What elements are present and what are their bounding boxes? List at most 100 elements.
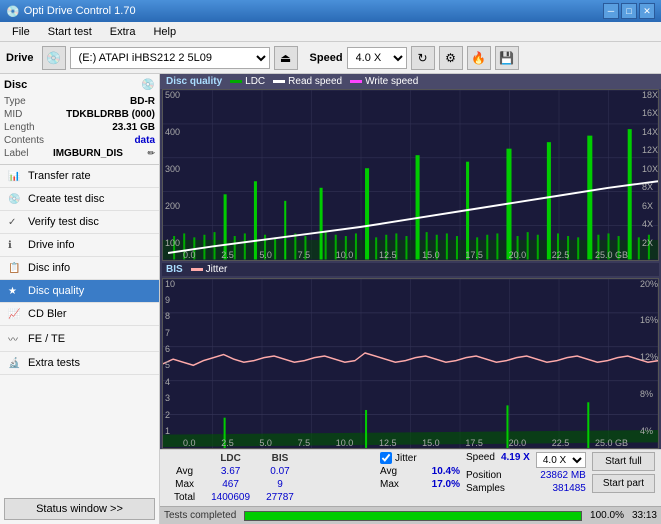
progress-track (244, 511, 582, 521)
jitter-section: Jitter Avg 10.4% Max 17.0% (380, 452, 460, 490)
ldc-chart: 18X 16X 14X 12X 10X 500 400 300 200 100 … (162, 89, 659, 261)
status-window-button[interactable]: Status window >> (4, 498, 155, 520)
speed-stat-select[interactable]: 4.0 X (536, 452, 586, 468)
disc-mid-row: MID TDKBLDRBB (000) (4, 108, 155, 121)
nav-drive-info-label: Drive info (28, 239, 74, 251)
disc-label-row: Label IMGBURN_DIS ✏ (4, 147, 155, 160)
stats-bar: LDC BIS Avg 3.67 0.07 Max 467 9 Total (160, 449, 661, 506)
minimize-button[interactable]: ─ (603, 3, 619, 19)
stats-total-ldc: 1400609 (203, 491, 258, 504)
disc-contents-value: data (134, 135, 155, 146)
sidebar: Disc 💿 Type BD-R MID TDKBLDRBB (000) Len… (0, 74, 160, 524)
jitter-checkbox[interactable] (380, 452, 392, 464)
bis-x-labels: 0.02.55.07.510.012.515.017.520.022.525.0… (183, 438, 628, 448)
create-test-disc-icon: 💿 (8, 194, 22, 205)
bis-chart-svg (163, 279, 658, 449)
action-buttons: Start full Start part (592, 452, 655, 493)
menu-file[interactable]: File (4, 24, 38, 40)
nav-transfer-rate[interactable]: 📊 Transfer rate (0, 165, 159, 188)
disc-length-row: Length 23.31 GB (4, 121, 155, 134)
cd-bler-icon: 📈 (8, 309, 22, 320)
nav-transfer-rate-label: Transfer rate (28, 170, 91, 182)
bis-chart-header: BIS Jitter (162, 263, 659, 276)
menu-start-test[interactable]: Start test (40, 24, 100, 40)
chart-header: Disc quality LDC Read speed Write speed (160, 74, 661, 89)
samples-value: 381485 (552, 483, 585, 494)
nav-verify-test-disc[interactable]: ✓ Verify test disc (0, 211, 159, 234)
content-area: Disc quality LDC Read speed Write speed (160, 74, 661, 524)
disc-info-icon: 📋 (8, 263, 22, 274)
stats-total-bis: 27787 (258, 491, 302, 504)
start-full-button[interactable]: Start full (592, 452, 655, 471)
disc-icon: 💿 (141, 78, 155, 91)
disc-section-header: Disc 💿 (4, 78, 155, 91)
progress-time: 33:13 (632, 510, 657, 521)
title-bar-controls: ─ □ ✕ (603, 3, 655, 19)
drive-info-icon: ℹ (8, 240, 22, 251)
drive-select[interactable]: (E:) ATAPI iHBS212 2 5L09 (70, 47, 270, 69)
main-layout: Disc 💿 Type BD-R MID TDKBLDRBB (000) Len… (0, 74, 661, 524)
stats-header-bis: BIS (258, 452, 302, 465)
status-text: Tests completed (164, 510, 236, 521)
eject-button[interactable]: ⏏ (274, 46, 298, 70)
nav-fe-te[interactable]: 〰 FE / TE (0, 326, 159, 352)
nav-create-test-disc[interactable]: 💿 Create test disc (0, 188, 159, 211)
jitter-checkbox-row: Jitter (380, 452, 460, 464)
save-button[interactable]: 💾 (495, 46, 519, 70)
start-part-button[interactable]: Start part (592, 474, 655, 493)
nav-cd-bler-label: CD Bler (28, 308, 67, 320)
ldc-y-labels: 500 400 300 200 100 (165, 90, 180, 248)
app-title: Opti Drive Control 1.70 (24, 5, 136, 17)
legend-ldc: LDC (230, 76, 265, 87)
refresh-button[interactable]: ↻ (411, 46, 435, 70)
nav-drive-info[interactable]: ℹ Drive info (0, 234, 159, 257)
title-bar: 💿 Opti Drive Control 1.70 ─ □ ✕ (0, 0, 661, 22)
drive-icon-btn[interactable]: 💿 (42, 46, 66, 70)
stats-avg-row: Avg 3.67 0.07 (166, 465, 302, 478)
stats-total-label: Total (166, 491, 203, 504)
jitter-max-row: Max 17.0% (380, 479, 460, 490)
stats-avg-label: Avg (166, 465, 203, 478)
progress-fill (245, 512, 581, 520)
speed-select[interactable]: 4.0 X (347, 47, 407, 69)
settings-button[interactable]: ⚙ (439, 46, 463, 70)
close-button[interactable]: ✕ (639, 3, 655, 19)
stats-avg-bis: 0.07 (258, 465, 302, 478)
nav-disc-info[interactable]: 📋 Disc info (0, 257, 159, 280)
menu-help[interactable]: Help (145, 24, 184, 40)
charts-wrapper: 18X 16X 14X 12X 10X 500 400 300 200 100 … (160, 89, 661, 449)
stats-avg-ldc: 3.67 (203, 465, 258, 478)
disc-label-icon: ✏ (147, 148, 155, 159)
burn-button[interactable]: 🔥 (467, 46, 491, 70)
drive-label: Drive (6, 52, 34, 64)
stats-max-row: Max 467 9 (166, 478, 302, 491)
disc-label: Disc (4, 79, 27, 91)
legend-write-speed-color (350, 80, 362, 83)
legend-jitter-label: Jitter (206, 264, 228, 275)
bis-y-labels: 10 9 8 7 6 5 4 3 2 1 (165, 279, 175, 437)
speed-label: Speed (310, 52, 343, 64)
toolbar: Drive 💿 (E:) ATAPI iHBS212 2 5L09 ⏏ Spee… (0, 42, 661, 74)
progress-bar-container: Tests completed 100.0% 33:13 (160, 506, 661, 524)
ldc-x-labels: 0.02.55.07.510.012.515.017.520.022.525.0… (183, 250, 628, 260)
bis-title: BIS (166, 264, 183, 275)
speed-row: Speed 4.19 X 4.0 X (466, 452, 586, 468)
jitter-max-label: Max (380, 479, 399, 490)
nav-cd-bler[interactable]: 📈 CD Bler (0, 303, 159, 326)
fe-te-icon: 〰 (8, 331, 22, 346)
progress-percent: 100.0% (590, 510, 624, 521)
legend-jitter: Jitter (191, 264, 228, 275)
maximize-button[interactable]: □ (621, 3, 637, 19)
nav-fe-te-label: FE / TE (28, 333, 65, 345)
samples-label: Samples (466, 483, 505, 494)
disc-label-label: Label (4, 148, 28, 159)
speed-stats: Speed 4.19 X 4.0 X Position 23862 MB Sam… (466, 452, 586, 494)
disc-length-label: Length (4, 122, 35, 133)
legend-read-speed: Read speed (273, 76, 342, 87)
nav-disc-info-label: Disc info (28, 262, 70, 274)
menu-extra[interactable]: Extra (102, 24, 144, 40)
nav-verify-test-disc-label: Verify test disc (28, 216, 99, 228)
nav-items: 📊 Transfer rate 💿 Create test disc ✓ Ver… (0, 165, 159, 494)
nav-disc-quality[interactable]: ★ Disc quality (0, 280, 159, 303)
nav-extra-tests[interactable]: 🔬 Extra tests (0, 352, 159, 375)
